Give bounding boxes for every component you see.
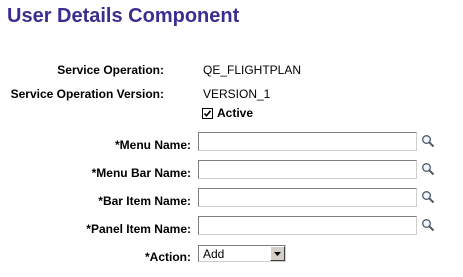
bar-item-name-label: *Bar Item Name: — [98, 194, 191, 208]
menu-name-lookup-icon[interactable] — [421, 134, 435, 148]
service-operation-version-label: Service Operation Version: — [10, 87, 164, 101]
action-label: *Action: — [145, 250, 191, 264]
menu-name-input[interactable] — [198, 132, 417, 151]
menu-bar-name-input[interactable] — [198, 160, 417, 179]
user-details-page: User Details Component Service Operation… — [0, 0, 463, 277]
dropdown-button[interactable] — [270, 246, 285, 261]
active-checkbox-group: Active — [202, 106, 253, 120]
check-mark-icon — [203, 109, 212, 117]
action-selected-value: Add — [203, 247, 225, 261]
service-operation-version-value: VERSION_1 — [203, 87, 271, 101]
triangle-down-icon — [274, 252, 281, 256]
active-label: Active — [217, 106, 254, 120]
service-operation-value: QE_FLIGHTPLAN — [203, 63, 302, 77]
menu-name-label: *Menu Name: — [114, 138, 191, 152]
action-select[interactable]: Add — [198, 245, 286, 262]
bar-item-name-input[interactable] — [198, 188, 417, 207]
service-operation-label: Service Operation: — [57, 63, 164, 77]
menu-bar-name-label: *Menu Bar Name: — [91, 166, 191, 180]
bar-item-name-lookup-icon[interactable] — [421, 190, 435, 204]
active-checkbox[interactable] — [202, 107, 213, 119]
panel-item-name-lookup-icon[interactable] — [421, 218, 435, 232]
panel-item-name-label: *Panel Item Name: — [86, 222, 191, 236]
page-title: User Details Component — [7, 5, 240, 27]
panel-item-name-input[interactable] — [198, 216, 417, 235]
menu-bar-name-lookup-icon[interactable] — [421, 162, 435, 176]
